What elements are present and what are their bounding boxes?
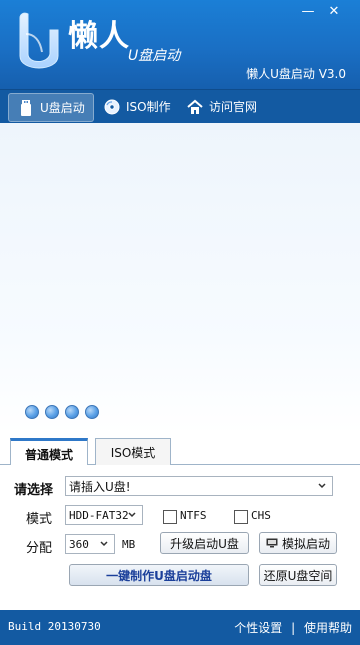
chevron-down-icon [318,483,326,489]
mode-label: 模式 [26,512,53,527]
close-button[interactable]: ✕ [322,2,346,20]
usb-icon [17,99,35,117]
app-title: 懒人 [68,19,130,54]
help-link[interactable]: 使用帮助 [304,621,352,635]
mode-tabs: 普通模式 ISO模式 [0,434,360,468]
settings-form: 请选择 请插入U盘! 模式 HDD-FAT32 NTFS CHS 分配 360 … [0,465,360,610]
mode-value: HDD-FAT32 [69,508,129,522]
button-label: 还原U盘空间 [263,568,333,583]
version-text: 懒人U盘启动 V3.0 [246,67,346,81]
partition-unit: MB [122,538,136,551]
chevron-down-icon [128,512,136,518]
device-value: 请插入U盘! [69,479,131,494]
status-links: 个性设置 | 使用帮助 [234,619,352,636]
app-subtitle: U盘启动 [128,48,181,64]
nav-item-label: U盘启动 [40,101,85,115]
nav-item-usb-boot[interactable]: U盘启动 [8,93,94,122]
carousel-dot[interactable] [45,405,59,419]
banner-area [0,123,360,434]
upgrade-boot-usb-button[interactable]: 升级启动U盘 [160,532,249,554]
nav-item-label: 访问官网 [209,100,258,114]
make-boot-usb-button[interactable]: 一键制作U盘启动盘 [69,564,249,586]
button-label: 一键制作U盘启动盘 [106,568,212,583]
link-separator: | [291,621,296,635]
carousel-dots [25,405,99,419]
tab-iso-mode[interactable]: ISO模式 [95,438,171,465]
button-label: 模拟启动 [281,536,330,551]
device-label: 请选择 [14,483,54,498]
personal-settings-link[interactable]: 个性设置 [234,621,282,635]
disc-icon [103,98,121,116]
simulate-boot-button[interactable]: 模拟启动 [259,532,337,554]
carousel-dot[interactable] [85,405,99,419]
ntfs-label: NTFS [180,509,207,522]
chs-label: CHS [251,509,271,522]
nav-item-iso-make[interactable]: ISO制作 [95,93,179,120]
button-label: 升级启动U盘 [170,536,239,551]
build-text: Build 20130730 [8,620,101,633]
ntfs-checkbox[interactable] [163,510,177,524]
device-select[interactable]: 请插入U盘! [65,476,333,496]
restore-usb-space-button[interactable]: 还原U盘空间 [259,564,337,586]
carousel-dot[interactable] [25,405,39,419]
main-navbar: U盘启动 ISO制作 访问官网 [0,89,360,124]
nav-item-website[interactable]: 访问官网 [178,93,265,120]
logo-icon [19,12,59,69]
app-window: 懒人 U盘启动 懒人U盘启动 V3.0 — ✕ U盘启动 ISO制作 访问官网 … [0,0,360,645]
tab-label: ISO模式 [110,445,156,460]
status-bar: Build 20130730 个性设置 | 使用帮助 [0,610,360,645]
partition-select[interactable]: 360 [65,534,115,554]
partition-value: 360 [69,537,89,551]
chevron-down-icon [100,541,108,547]
home-icon [186,98,204,116]
minimize-button[interactable]: — [296,2,320,20]
tab-label: 普通模式 [24,448,73,462]
minimize-icon: — [301,3,315,19]
header: 懒人 U盘启动 懒人U盘启动 V3.0 — ✕ [0,0,360,89]
chs-checkbox[interactable] [234,510,248,524]
close-icon: ✕ [328,3,340,19]
tab-normal-mode[interactable]: 普通模式 [10,438,88,468]
nav-item-label: ISO制作 [126,100,171,114]
carousel-dot[interactable] [65,405,79,419]
partition-label: 分配 [26,541,53,556]
monitor-icon [266,538,278,548]
mode-select[interactable]: HDD-FAT32 [65,505,143,525]
